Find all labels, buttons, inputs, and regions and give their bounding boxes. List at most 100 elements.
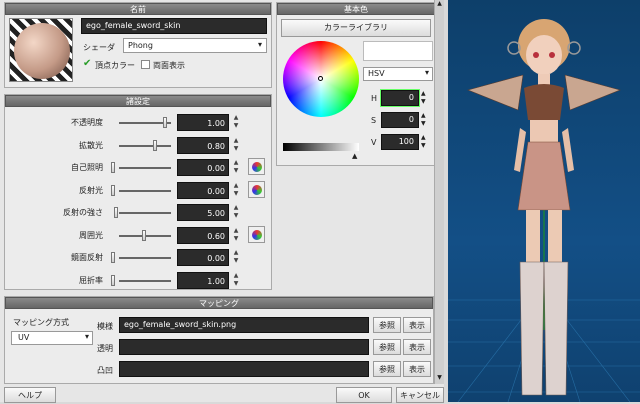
property-spinner[interactable]: ▲ ▼ (231, 182, 241, 199)
property-spinner[interactable]: ▲ ▼ (231, 114, 241, 131)
property-spinner[interactable]: ▲ ▼ (231, 204, 241, 221)
ok-button[interactable]: OK (336, 387, 392, 403)
property-spinner[interactable]: ▲ ▼ (231, 249, 241, 266)
double-sided-label: 両面表示 (153, 61, 185, 70)
property-value-input[interactable]: 1.00 (177, 114, 229, 131)
shader-select[interactable]: Phong ▾ (123, 38, 267, 53)
property-row: 周囲光 0.60 ▲ ▼ (5, 225, 275, 246)
property-slider-thumb[interactable] (111, 274, 115, 286)
color-header: 基本色 (277, 3, 435, 15)
property-spinner[interactable]: ▲ ▼ (231, 227, 241, 244)
property-value-input[interactable]: 0.00 (177, 249, 229, 266)
mapping-header: マッピング (5, 297, 433, 309)
s-spin[interactable]: ▲ ▼ (421, 112, 426, 128)
color-palette-button[interactable] (248, 180, 265, 198)
property-slider[interactable] (119, 257, 171, 259)
property-slider-thumb[interactable] (163, 117, 167, 128)
color-library-button[interactable]: カラーライブラリ (281, 19, 431, 37)
mapping-method-select[interactable]: UV ▾ (11, 331, 93, 345)
color-section: 基本色 カラーライブラリ HSV ▾ H 0 S 0 V 100 ▲ ▼ ▲ ▼ ▲… (276, 2, 436, 166)
property-slider-thumb[interactable] (113, 207, 118, 218)
property-slider[interactable] (119, 279, 171, 282)
shader-label: シェーダ (83, 43, 115, 52)
property-label: 反射光 (79, 185, 103, 195)
property-row: 自己照明 0.00 ▲ ▼ (5, 158, 275, 178)
v-label: V (371, 138, 377, 147)
panel-scrollbar[interactable]: ▲ ▼ (434, 0, 444, 384)
h-spin[interactable]: ▲ ▼ (421, 90, 426, 106)
mapping-row-label: 透明 (97, 344, 113, 353)
mapping-section: マッピング マッピング方式 UV ▾ 模様 ego_female_sword_s… (4, 296, 434, 384)
property-row: 屈折率 1.00 ▲ ▼ (5, 271, 275, 291)
vertex-color-checkbox[interactable]: ✔ (83, 59, 93, 69)
property-slider-thumb[interactable] (111, 252, 115, 263)
property-row: 不透明度 1.00 ▲ ▼ (5, 113, 275, 133)
browse-button[interactable]: 参照 (373, 317, 401, 333)
color-mode-select[interactable]: HSV ▾ (363, 67, 433, 81)
color-swatch (363, 41, 433, 61)
palette-icon (251, 162, 262, 172)
property-label: 拡散光 (79, 140, 103, 150)
show-button[interactable]: 表示 (403, 361, 431, 377)
browse-button[interactable]: 参照 (373, 361, 401, 377)
property-row: 反射光 0.00 ▲ ▼ (5, 180, 275, 201)
property-label: 屈折率 (79, 275, 103, 285)
brightness-slider[interactable] (283, 143, 359, 151)
mapping-row-label: 凸凹 (97, 366, 113, 375)
mapping-row-label: 模様 (97, 322, 113, 331)
property-spinner[interactable]: ▲ ▼ (231, 159, 241, 176)
texture-file-input[interactable] (119, 361, 369, 377)
property-slider[interactable] (119, 144, 171, 147)
color-wheel-cursor (318, 76, 323, 81)
property-value-input[interactable]: 0.00 (177, 181, 229, 199)
show-button[interactable]: 表示 (403, 317, 431, 333)
property-slider[interactable] (119, 212, 171, 214)
property-row: 拡散光 0.80 ▲ ▼ (5, 136, 275, 156)
browse-button[interactable]: 参照 (373, 339, 401, 355)
s-input[interactable]: 0 (381, 112, 419, 128)
texture-file-input[interactable] (119, 339, 369, 355)
property-value-input[interactable]: 0.80 (177, 136, 229, 154)
brightness-thumb[interactable]: ▲ (352, 152, 357, 160)
3d-viewport[interactable] (448, 0, 640, 402)
property-value-input[interactable]: 0.60 (177, 226, 229, 244)
scroll-up-icon[interactable]: ▲ (435, 0, 444, 10)
material-preview (9, 18, 73, 82)
texture-file-input[interactable]: ego_female_sword_skin.png (119, 317, 369, 333)
mapping-method-label: マッピング方式 (13, 318, 69, 327)
property-value-input[interactable]: 1.00 (177, 271, 229, 289)
name-section: 名前 ego_female_sword_skin シェーダ Phong ▾ ✔ … (4, 2, 272, 88)
property-slider-thumb[interactable] (111, 184, 115, 196)
cancel-button[interactable]: キャンセル (396, 387, 444, 403)
property-slider[interactable] (119, 167, 171, 169)
color-palette-button[interactable] (248, 158, 265, 175)
properties-section: 諸設定 不透明度 1.00 ▲ ▼ 拡散光 0.80 ▲ ▼ 自己照明 0.00 ▲ ▼ 反… (4, 94, 272, 290)
help-button[interactable]: ヘルプ (4, 387, 56, 403)
vertex-color-label: 頂点カラー (95, 61, 135, 70)
property-spinner[interactable]: ▲ ▼ (231, 272, 241, 289)
property-label: 不透明度 (71, 118, 103, 127)
v-input[interactable]: 100 (381, 134, 419, 150)
mapping-method-value: UV (18, 333, 30, 342)
property-value-input[interactable]: 0.00 (177, 159, 229, 176)
show-button[interactable]: 表示 (403, 339, 431, 355)
double-sided-checkbox[interactable] (141, 60, 150, 69)
property-value-input[interactable]: 5.00 (177, 204, 229, 221)
material-name-input[interactable]: ego_female_sword_skin (81, 18, 267, 34)
property-row: 鏡面反射 0.00 ▲ ▼ (5, 248, 275, 268)
color-wheel[interactable] (283, 41, 359, 117)
property-slider-thumb[interactable] (111, 162, 115, 173)
shader-value: Phong (128, 41, 153, 50)
property-slider-thumb[interactable] (152, 139, 157, 151)
color-palette-button[interactable] (248, 225, 265, 243)
h-input[interactable]: 0 (380, 89, 420, 107)
viewport-scene (448, 19, 640, 402)
property-slider[interactable] (119, 189, 171, 192)
property-slider-thumb[interactable] (142, 229, 147, 241)
property-label: 鏡面反射 (71, 253, 103, 262)
h-label: H (371, 94, 378, 103)
property-spinner[interactable]: ▲ ▼ (231, 137, 241, 154)
scroll-down-icon[interactable]: ▼ (435, 374, 444, 384)
v-spin[interactable]: ▲ ▼ (421, 134, 426, 150)
property-label: 自己照明 (71, 163, 103, 172)
